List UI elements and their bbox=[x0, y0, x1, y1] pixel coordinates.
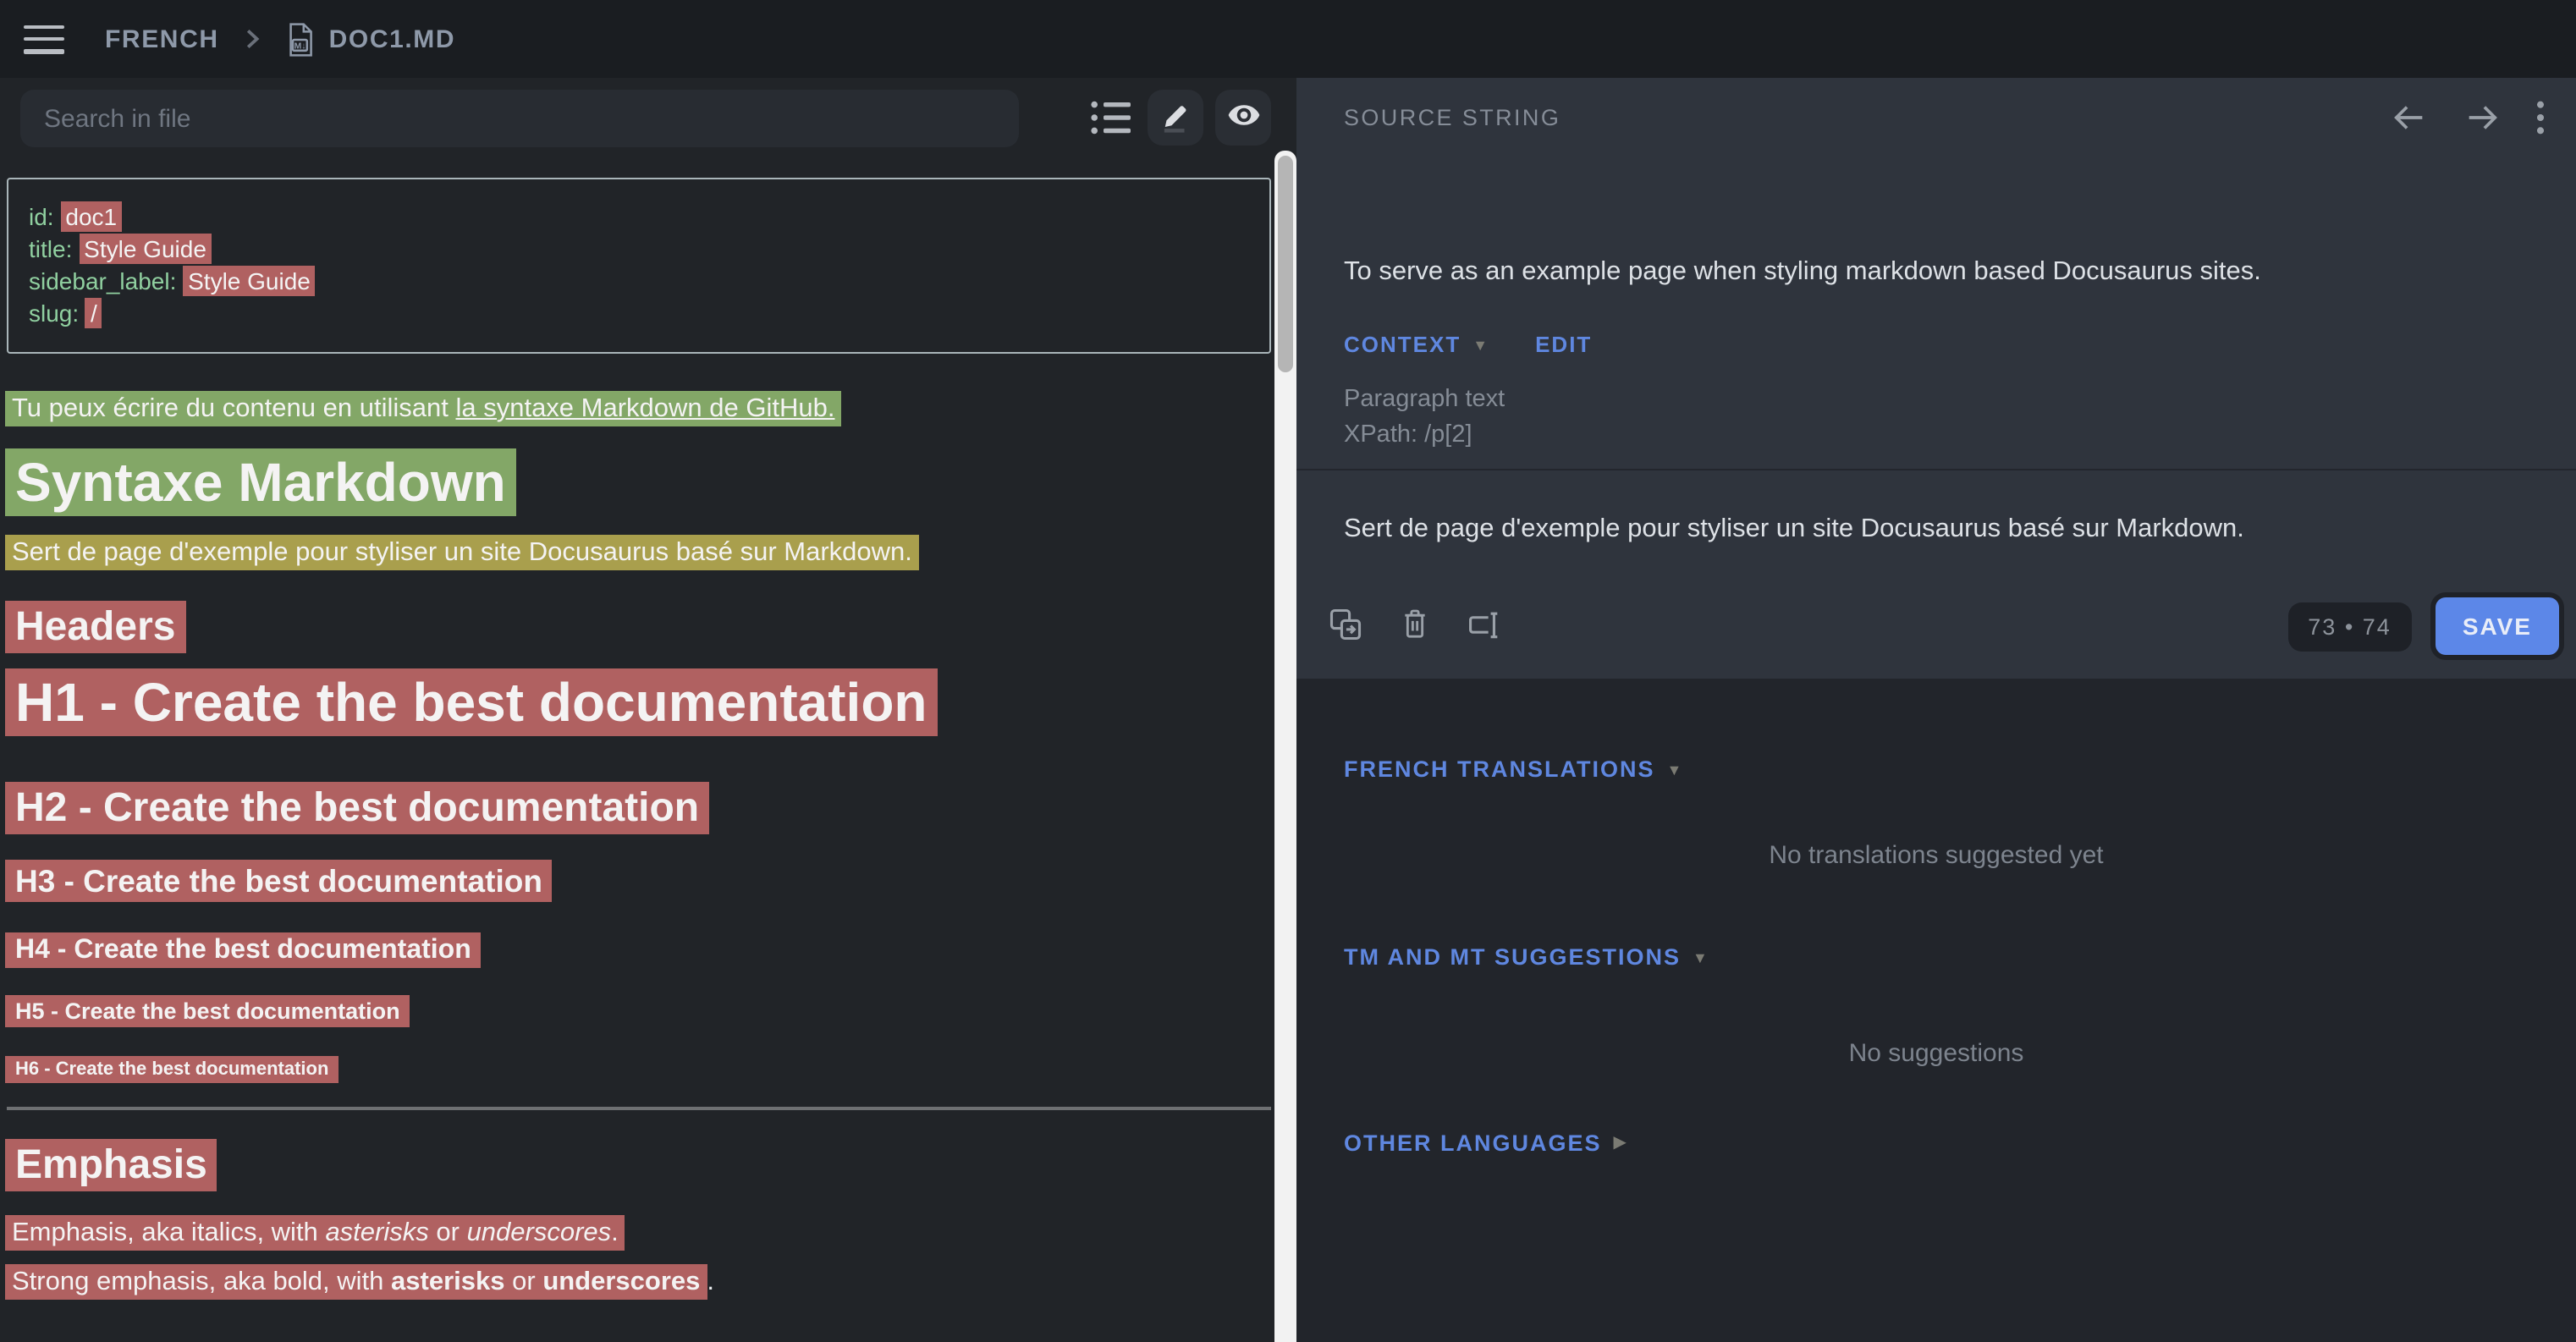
selected-string[interactable]: Sert de page d'exemple pour styliser un … bbox=[5, 535, 919, 570]
untranslated-string[interactable]: Headers bbox=[5, 601, 185, 653]
previous-string-button[interactable] bbox=[2386, 95, 2432, 146]
doc-heading-2: Emphasis bbox=[5, 1141, 1274, 1191]
kebab-menu-icon bbox=[2535, 98, 2546, 142]
preview-mode-button[interactable] bbox=[1215, 90, 1271, 146]
card-divider bbox=[1296, 469, 2576, 470]
frontmatter-line: id: doc1 bbox=[29, 201, 1249, 234]
suggestions-area: FRENCH TRANSLATIONS ▼ No translations su… bbox=[1296, 679, 2576, 1342]
untranslated-string[interactable]: H6 - Create the best documentation bbox=[5, 1056, 339, 1083]
chevron-down-icon: ▼ bbox=[1693, 949, 1708, 965]
untranslated-string[interactable]: Emphasis, aka italics, with asterisks or… bbox=[5, 1215, 625, 1251]
section-french-translations[interactable]: FRENCH TRANSLATIONS ▼ bbox=[1344, 756, 2529, 782]
app-window: FRENCH M↓ DOC1.MD bbox=[0, 0, 2576, 1342]
source-text: To serve as an example page when styling… bbox=[1344, 254, 2508, 289]
translations-empty-state: No translations suggested yet bbox=[1344, 841, 2529, 870]
doc-heading-1: Syntaxe Markdown bbox=[5, 450, 1274, 514]
context-type: Paragraph text bbox=[1344, 382, 1505, 416]
frontmatter-line: sidebar_label: Style Guide bbox=[29, 266, 1249, 298]
frontmatter-line: slug: / bbox=[29, 298, 1249, 330]
translated-string[interactable]: Syntaxe Markdown bbox=[5, 448, 516, 516]
string-list-icon[interactable] bbox=[1090, 100, 1132, 144]
edit-mode-button[interactable] bbox=[1148, 90, 1203, 146]
untranslated-string[interactable]: Emphasis bbox=[5, 1139, 217, 1191]
chevron-right-icon: ▶ bbox=[1614, 1134, 1627, 1152]
trash-icon bbox=[1398, 605, 1432, 647]
untranslated-string[interactable]: H1 - Create the best documentation bbox=[5, 668, 938, 736]
doc-heading-2: H2 - Create the best documentation bbox=[5, 784, 1274, 834]
doc-paragraph: Sert de page d'exemple pour styliser un … bbox=[5, 535, 1274, 570]
doc-paragraph: Strong emphasis, aka bold, with asterisk… bbox=[5, 1264, 1274, 1300]
panel-scrollbar bbox=[1274, 78, 1296, 1342]
breadcrumb-file: DOC1.MD bbox=[329, 25, 456, 53]
document-panel: id: doc1 title: Style Guide sidebar_labe… bbox=[0, 78, 1274, 1342]
arrow-left-icon bbox=[2390, 98, 2429, 142]
trailing-period: . bbox=[707, 1268, 714, 1296]
scrollbar-track[interactable] bbox=[1274, 151, 1296, 1342]
document-toolbar bbox=[0, 78, 1274, 157]
markdown-file-icon: M↓ bbox=[287, 21, 314, 57]
document-preview: id: doc1 title: Style Guide sidebar_labe… bbox=[0, 157, 1274, 1342]
section-tm-mt-suggestions[interactable]: TM AND MT SUGGESTIONS ▼ bbox=[1344, 944, 2529, 970]
horizontal-rule bbox=[7, 1107, 1271, 1110]
frontmatter-line: title: Style Guide bbox=[29, 234, 1249, 266]
doc-heading-6: H6 - Create the best documentation bbox=[5, 1058, 1274, 1083]
frontmatter-block: id: doc1 title: Style Guide sidebar_labe… bbox=[7, 178, 1271, 354]
save-button[interactable]: SAVE bbox=[2436, 597, 2559, 655]
suggestions-empty-state: No suggestions bbox=[1344, 1039, 2529, 1068]
overflow-menu-button[interactable] bbox=[2532, 95, 2549, 146]
string-navigation bbox=[2386, 95, 2549, 146]
translation-input[interactable]: Sert de page d'exemple pour styliser un … bbox=[1344, 511, 2508, 547]
translation-panel: SOURCE STRING To se bbox=[1296, 78, 2576, 1342]
insert-tag-button[interactable] bbox=[1466, 605, 1505, 647]
context-dropdown[interactable]: CONTEXT bbox=[1344, 332, 1461, 357]
chevron-right-icon bbox=[239, 25, 267, 52]
frontmatter-value-string[interactable]: Style Guide bbox=[79, 234, 212, 264]
arrow-right-icon bbox=[2463, 98, 2502, 142]
doc-heading-4: H4 - Create the best documentation bbox=[5, 932, 1274, 968]
source-string-label: SOURCE STRING bbox=[1344, 105, 1560, 130]
untranslated-string[interactable]: H4 - Create the best documentation bbox=[5, 932, 482, 968]
search-input[interactable] bbox=[20, 90, 1019, 147]
eye-icon bbox=[1225, 96, 1262, 139]
doc-heading-3: H3 - Create the best documentation bbox=[5, 861, 1274, 902]
copy-source-button[interactable] bbox=[1327, 605, 1364, 647]
doc-heading-1: H1 - Create the best documentation bbox=[5, 670, 1274, 734]
copy-source-icon bbox=[1327, 605, 1364, 647]
translation-toolbar: 73 • 74 SAVE bbox=[1327, 589, 2559, 663]
chevron-down-icon: ▼ bbox=[1472, 336, 1488, 353]
untranslated-string[interactable]: Strong emphasis, aka bold, with asterisk… bbox=[5, 1264, 707, 1300]
doc-paragraph: Emphasis, aka italics, with asterisks or… bbox=[5, 1215, 1274, 1251]
character-count-badge: 73 • 74 bbox=[2287, 602, 2412, 651]
translated-string[interactable]: Tu peux écrire du contenu en utilisant l… bbox=[5, 391, 841, 426]
breadcrumb-project[interactable]: FRENCH bbox=[105, 25, 219, 53]
next-string-button[interactable] bbox=[2459, 95, 2505, 146]
svg-text:M↓: M↓ bbox=[294, 41, 306, 51]
scrollbar-thumb[interactable] bbox=[1278, 156, 1293, 372]
doc-link[interactable]: la syntaxe Markdown de GitHub. bbox=[455, 394, 834, 423]
insert-tag-icon bbox=[1466, 605, 1505, 647]
context-xpath: XPath: /p[2] bbox=[1344, 418, 1472, 452]
untranslated-string[interactable]: H2 - Create the best documentation bbox=[5, 782, 709, 834]
frontmatter-value-string[interactable]: doc1 bbox=[60, 201, 122, 232]
doc-paragraph: Tu peux écrire du contenu en utilisant l… bbox=[5, 391, 1274, 426]
delete-translation-button[interactable] bbox=[1398, 605, 1432, 647]
pencil-icon bbox=[1158, 97, 1193, 138]
chevron-down-icon: ▼ bbox=[1667, 761, 1682, 778]
untranslated-string[interactable]: H3 - Create the best documentation bbox=[5, 860, 553, 902]
doc-heading-2: Headers bbox=[5, 602, 1274, 653]
doc-heading-5: H5 - Create the best documentation bbox=[5, 997, 1274, 1027]
context-row: CONTEXT ▼ EDIT bbox=[1344, 332, 1592, 357]
frontmatter-value-string[interactable]: / bbox=[85, 298, 102, 328]
untranslated-string[interactable]: H5 - Create the best documentation bbox=[5, 995, 410, 1027]
source-string-card: SOURCE STRING To se bbox=[1296, 78, 2576, 679]
top-bar: FRENCH M↓ DOC1.MD bbox=[0, 0, 2576, 78]
edit-context-button[interactable]: EDIT bbox=[1535, 332, 1592, 357]
menu-icon[interactable] bbox=[24, 25, 64, 53]
section-other-languages[interactable]: OTHER LANGUAGES ▶ bbox=[1344, 1130, 2529, 1156]
frontmatter-value-string[interactable]: Style Guide bbox=[183, 266, 316, 296]
